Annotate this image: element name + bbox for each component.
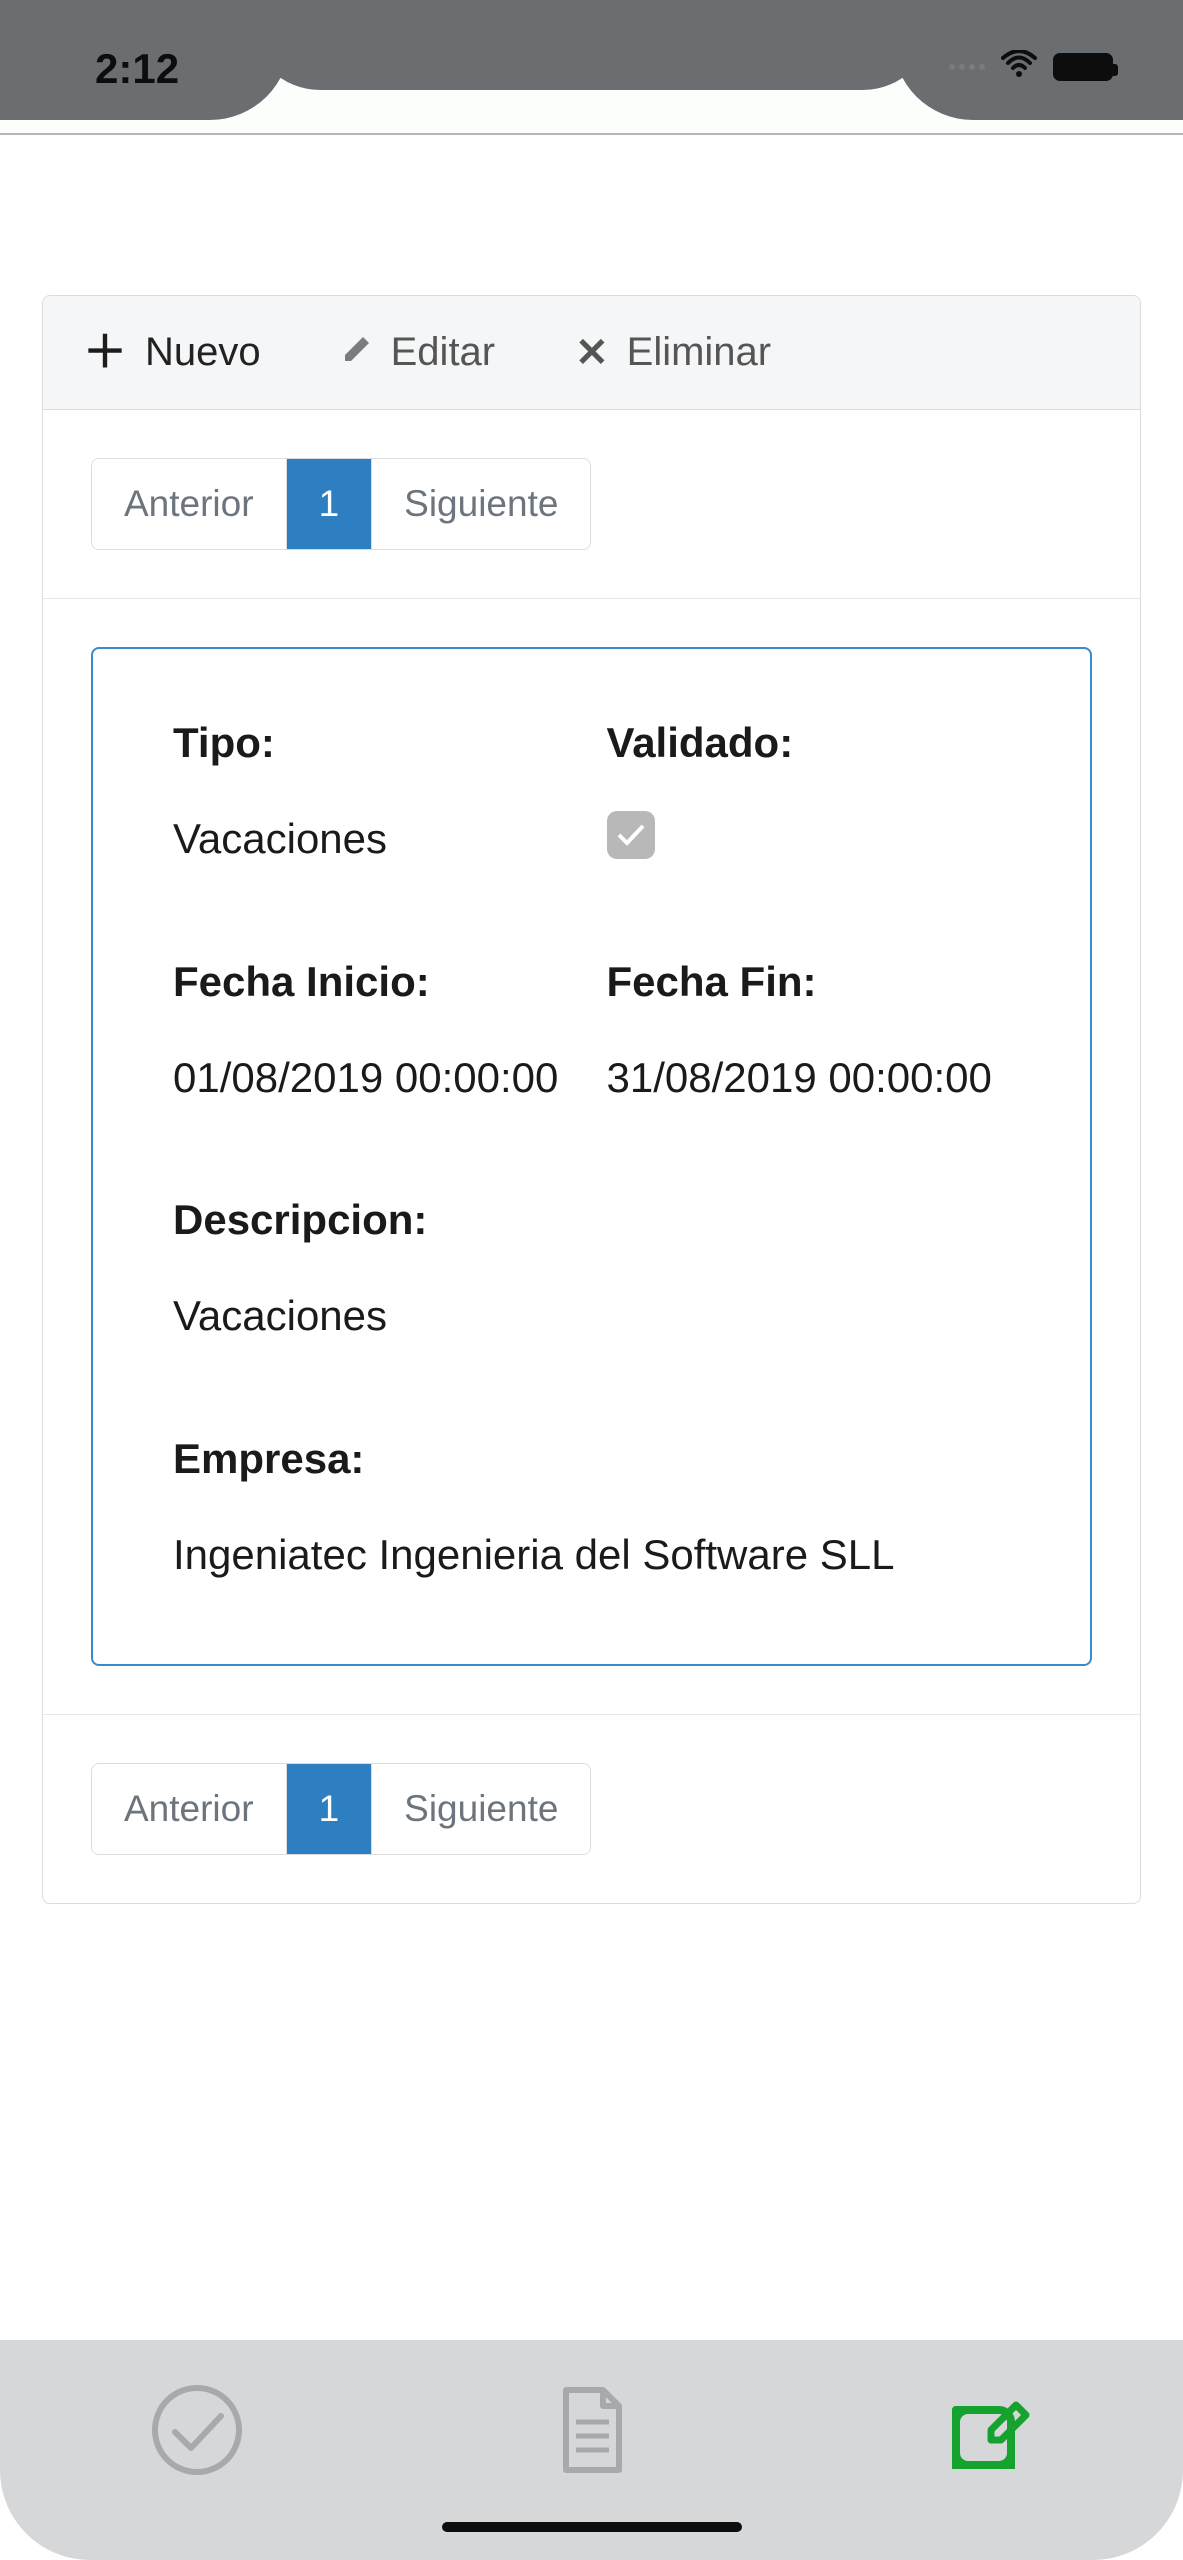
tab-document[interactable] [541, 2380, 641, 2485]
wifi-icon [1001, 50, 1037, 83]
tipo-label: Tipo: [173, 719, 577, 767]
x-icon: ✕ [575, 333, 609, 373]
empresa-label: Empresa: [173, 1435, 1010, 1483]
pager-prev[interactable]: Anterior [92, 459, 287, 549]
toolbar: ＋ Nuevo Editar ✕ Eliminar [43, 296, 1140, 410]
pager-prev-bottom[interactable]: Anterior [92, 1764, 287, 1854]
home-indicator[interactable] [442, 2522, 742, 2532]
battery-icon [1053, 53, 1113, 81]
main-panel: ＋ Nuevo Editar ✕ Eliminar Anterior 1 [42, 295, 1141, 1904]
pencil-icon [341, 330, 373, 375]
clock-time: 2:12 [95, 45, 179, 93]
empresa-value: Ingeniatec Ingenieria del Software SLL [173, 1527, 1010, 1584]
validado-label: Validado: [607, 719, 1011, 767]
delete-label: Eliminar [627, 330, 771, 375]
fecha-inicio-label: Fecha Inicio: [173, 958, 577, 1006]
delete-button[interactable]: ✕ Eliminar [575, 330, 771, 375]
pager-page-1-bottom[interactable]: 1 [287, 1764, 373, 1854]
edit-label: Editar [391, 330, 496, 375]
descripcion-label: Descripcion: [173, 1196, 1010, 1244]
tipo-value: Vacaciones [173, 811, 577, 868]
plus-icon: ＋ [83, 331, 127, 375]
record-card[interactable]: Tipo: Vacaciones Validado: [91, 647, 1092, 1666]
tab-compose[interactable] [936, 2380, 1036, 2485]
tab-bar [0, 2340, 1183, 2560]
new-button[interactable]: ＋ Nuevo [83, 330, 261, 375]
fecha-fin-value: 31/08/2019 00:00:00 [607, 1050, 1011, 1107]
pager-bottom: Anterior 1 Siguiente [91, 1763, 591, 1855]
new-label: Nuevo [145, 330, 261, 375]
status-bar: 2:12 [0, 0, 1183, 135]
pager-next[interactable]: Siguiente [372, 459, 590, 549]
edit-button[interactable]: Editar [341, 330, 496, 375]
signal-icon [949, 64, 985, 70]
tab-check[interactable] [147, 2380, 247, 2485]
validado-checkbox [607, 811, 655, 859]
pager-page-1[interactable]: 1 [287, 459, 373, 549]
pager-top: Anterior 1 Siguiente [91, 458, 591, 550]
pager-next-bottom[interactable]: Siguiente [372, 1764, 590, 1854]
fecha-inicio-value: 01/08/2019 00:00:00 [173, 1050, 577, 1107]
descripcion-value: Vacaciones [173, 1288, 1010, 1345]
fecha-fin-label: Fecha Fin: [607, 958, 1011, 1006]
